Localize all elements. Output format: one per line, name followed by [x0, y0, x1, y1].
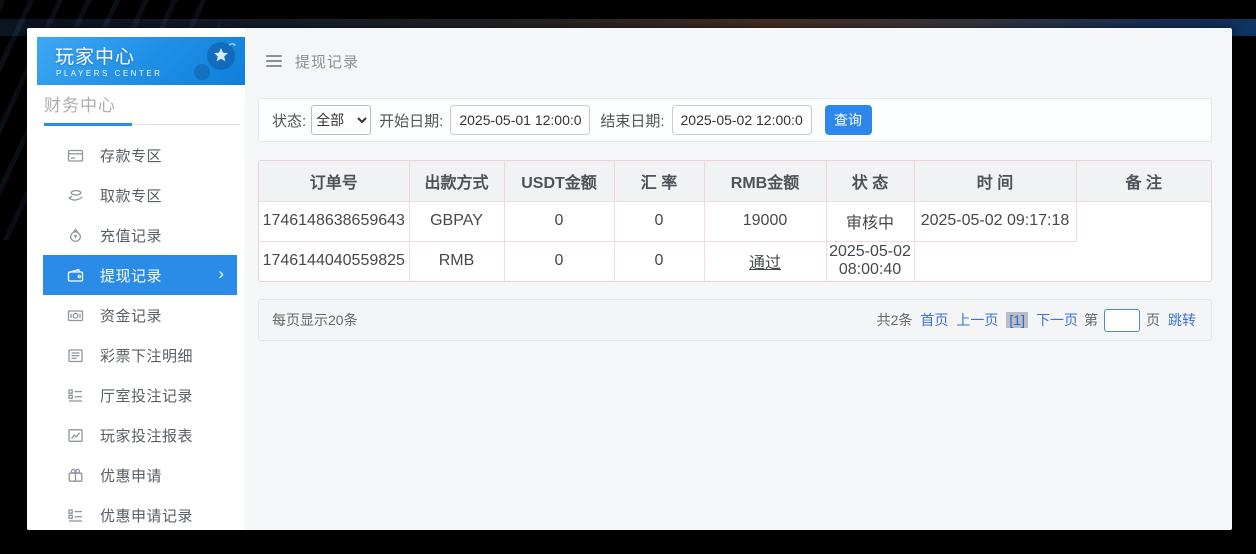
col-time: 时 间	[914, 161, 1076, 201]
cell-status: 审核中	[826, 201, 914, 241]
cell-time: 2025-05-02 09:17:18	[914, 201, 1076, 241]
cell-remark	[1076, 201, 1211, 241]
sidebar-item-promo-apply[interactable]: 优惠申请	[43, 455, 237, 495]
sidebar: 玩家中心 PLAYERS CENTER 财务中心 存款专区	[27, 28, 245, 530]
gamepad-icon	[185, 39, 241, 85]
wallet-icon	[67, 267, 87, 284]
sidebar-item-lottery-bet-details[interactable]: 彩票下注明细	[43, 335, 237, 375]
status-select[interactable]: 全部	[311, 105, 371, 135]
table-row: 1746144040559825 RMB 0 0 通过 2025-05-02 0…	[259, 241, 1211, 281]
money-bag-icon	[67, 227, 87, 244]
cell-method: RMB	[409, 241, 504, 281]
cell-rate: 0	[614, 201, 704, 241]
start-date-input[interactable]	[450, 105, 590, 135]
topbar: 提现记录	[266, 51, 359, 71]
sidebar-item-label: 取款专区	[100, 185, 162, 206]
gift-icon	[67, 467, 87, 484]
cell-time: 2025-05-02 08:00:40	[826, 241, 914, 281]
col-order-no: 订单号	[259, 161, 409, 201]
start-date-label: 开始日期:	[379, 110, 443, 131]
status-label: 状态:	[272, 110, 306, 131]
col-remark: 备 注	[1076, 161, 1211, 201]
sidebar-item-hall-bet-records[interactable]: 厅室投注记录	[43, 375, 237, 415]
sidebar-item-label: 优惠申请	[100, 465, 162, 486]
records-table-card: 订单号 出款方式 USDT金额 汇 率 RMB金额 状 态 时 间 备 注 17…	[258, 160, 1212, 282]
cell-rate: 0	[614, 241, 704, 281]
sidebar-item-label: 厅室投注记录	[100, 385, 193, 406]
sidebar-item-deposit-zone[interactable]: 存款专区	[43, 135, 237, 175]
sidebar-item-label: 彩票下注明细	[100, 345, 193, 366]
sidebar-item-label: 玩家投注报表	[100, 425, 193, 446]
sidebar-item-label: 存款专区	[100, 145, 162, 166]
filter-bar: 状态: 全部 开始日期: 结束日期: 查询	[258, 98, 1212, 142]
chevron-right-icon: ›	[218, 264, 224, 284]
table-row: 1746148638659643 GBPAY 0 0 19000 审核中 202…	[259, 201, 1211, 241]
hand-money-icon	[67, 187, 87, 204]
jump-prefix: 第	[1084, 310, 1098, 330]
menu-toggle-icon[interactable]	[266, 52, 282, 70]
col-rate: 汇 率	[614, 161, 704, 201]
sidebar-item-label: 充值记录	[100, 225, 162, 246]
sidebar-header: 玩家中心 PLAYERS CENTER	[37, 37, 245, 85]
col-rmb-amount: RMB金额	[704, 161, 826, 201]
end-date-input[interactable]	[672, 105, 812, 135]
status-link[interactable]: 通过	[749, 255, 781, 272]
total-count: 共2条	[877, 310, 913, 330]
search-button[interactable]: 查询	[825, 105, 872, 135]
cash-note-icon	[67, 307, 87, 324]
sidebar-section-title: 财务中心	[44, 91, 116, 116]
end-date-label: 结束日期:	[600, 110, 664, 131]
prev-page-link[interactable]: 上一页	[956, 310, 998, 330]
records-table: 订单号 出款方式 USDT金额 汇 率 RMB金额 状 态 时 间 备 注 17…	[259, 161, 1211, 281]
cell-order-no: 1746148638659643	[259, 201, 409, 241]
jump-suffix: 页	[1146, 310, 1160, 330]
cell-usdt: 0	[504, 201, 614, 241]
page-title: 提现记录	[295, 51, 359, 72]
bank-card-icon	[67, 147, 87, 164]
pagination-bar: 每页显示20条 共2条 首页 上一页 [1] 下一页 第 页 跳转	[258, 299, 1212, 341]
section-divider	[44, 124, 240, 125]
cell-status: 通过	[704, 241, 826, 281]
checklist-icon	[67, 507, 87, 524]
cell-method: GBPAY	[409, 201, 504, 241]
sidebar-menu: 存款专区 取款专区 充值记录 提现记录 ›	[43, 135, 237, 530]
sidebar-item-withdraw-zone[interactable]: 取款专区	[43, 175, 237, 215]
col-usdt-amount: USDT金额	[504, 161, 614, 201]
sidebar-item-label: 提现记录	[100, 265, 162, 286]
first-page-link[interactable]: 首页	[920, 310, 948, 330]
cell-rmb: 19000	[704, 201, 826, 241]
sidebar-item-promo-apply-records[interactable]: 优惠申请记录	[43, 495, 237, 530]
chart-icon	[67, 427, 87, 444]
sidebar-item-label: 资金记录	[100, 305, 162, 326]
app-window: 玩家中心 PLAYERS CENTER 财务中心 存款专区	[27, 28, 1232, 530]
cell-remark	[914, 241, 1076, 281]
current-page: [1]	[1006, 312, 1028, 328]
sidebar-item-label: 优惠申请记录	[100, 505, 193, 526]
sidebar-item-funds-records[interactable]: 资金记录	[43, 295, 237, 335]
pager: 共2条 首页 上一页 [1] 下一页 第 页 跳转	[869, 309, 1196, 332]
sidebar-item-recharge-records[interactable]: 充值记录	[43, 215, 237, 255]
cell-usdt: 0	[504, 241, 614, 281]
next-page-link[interactable]: 下一页	[1036, 310, 1078, 330]
document-list-icon	[67, 347, 87, 364]
jump-link[interactable]: 跳转	[1168, 310, 1196, 330]
cell-order-no: 1746144040559825	[259, 241, 409, 281]
sidebar-item-withdraw-records[interactable]: 提现记录 ›	[43, 255, 237, 295]
sidebar-item-player-bet-report[interactable]: 玩家投注报表	[43, 415, 237, 455]
col-status: 状 态	[826, 161, 914, 201]
per-page-label: 每页显示20条	[272, 310, 358, 330]
table-header-row: 订单号 出款方式 USDT金额 汇 率 RMB金额 状 态 时 间 备 注	[259, 161, 1211, 201]
checklist-icon	[67, 387, 87, 404]
jump-page-input[interactable]	[1104, 309, 1140, 332]
main-content: 提现记录 状态: 全部 开始日期: 结束日期: 查询 订单号	[245, 28, 1232, 530]
col-method: 出款方式	[409, 161, 504, 201]
